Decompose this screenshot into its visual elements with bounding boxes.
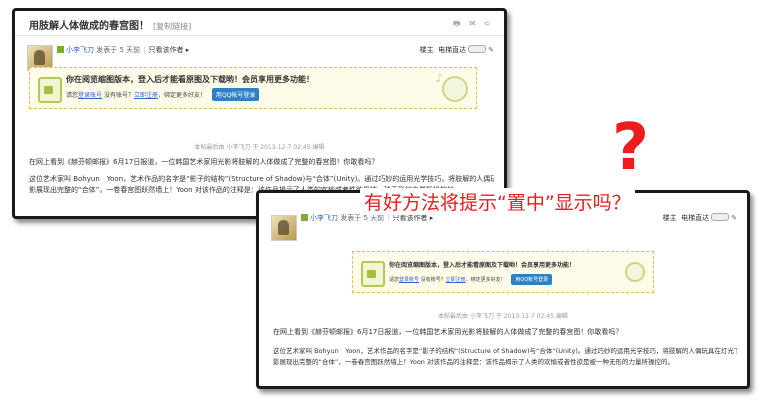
elevator-label: 电梯直达 <box>438 46 467 54</box>
avatar[interactable] <box>271 215 297 241</box>
elevator-input[interactable] <box>468 45 487 53</box>
notice-title: 你在阅览缩图版本，登入后才能看原图及下载哟！会员享用更多功能！ <box>389 262 576 269</box>
copy-link[interactable]: [复制链接] <box>153 22 191 31</box>
edit-note: 本帖最后由 小李飞刀 于 2013-12-7 02:45 编辑 <box>438 313 568 320</box>
music-icon: ♪ <box>435 71 443 85</box>
online-icon <box>301 214 308 221</box>
register-link[interactable]: 立即注册 <box>446 277 466 283</box>
gear-deco-icon <box>442 76 468 102</box>
login-link[interactable]: 登录账号 <box>78 92 102 99</box>
only-author-link[interactable]: 只看该作者 ▸ <box>393 214 434 222</box>
register-link[interactable]: 立即注册 <box>134 92 158 99</box>
screenshot-after: 小李飞刀 发表于 5 天前 | 只看该作者 ▸ 楼主 电梯直达 ✎ 你在阅览缩图版本，… <box>256 190 750 389</box>
floor-label: 楼主 <box>662 214 677 222</box>
post-paragraph-2: 这位艺术家叫 Bohyun Yoon，艺术作品的名字是“影子的结构”(Struc… <box>273 347 737 355</box>
edit-note: 本帖最后由 小李飞刀 于 2013-12-7 02:45 编辑 <box>194 144 325 151</box>
login-notice: 你在阅览缩图版本，登入后才能看原图及下载哟！会员享用更多功能！ 请您登录账号 没… <box>29 67 477 109</box>
notice-row: 请您登录账号 没有账号？立即注册，绑定更多好友！ 用QQ帐号登录 <box>66 88 260 101</box>
wrench-icon[interactable]: ✎ <box>731 214 737 222</box>
elevator-input[interactable] <box>711 213 730 221</box>
only-author-link[interactable]: 只看该作者 ▸ <box>149 46 190 54</box>
wrench-icon[interactable]: ✎ <box>488 46 494 54</box>
qq-login-button[interactable]: 用QQ帐号登录 <box>511 274 553 285</box>
print-icon[interactable]: 🖶 ✉ ➪ <box>453 18 494 32</box>
post-title: 用肢解人体做成的春宫图！ [复制链接] <box>29 21 192 32</box>
post-paragraph-1: 在网上看到《赫芬顿邮报》6月17日报道，一位韩国艺术家用光影将肢解的人体做成了完… <box>273 328 623 336</box>
post-paragraph-1: 在网上看到《赫芬顿邮报》6月17日报道，一位韩国艺术家用光影将肢解的人体做成了完… <box>29 158 379 166</box>
elevator-label: 电梯直达 <box>681 214 710 222</box>
notice-title: 你在阅览缩图版本，登入后才能看原图及下载哟！会员享用更多功能！ <box>66 75 314 84</box>
post-paragraph-2: 这位艺术家叫 Bohyun Yoon，艺术作品的名字是“影子的结构”(Struc… <box>29 175 494 183</box>
gear-deco-icon <box>625 262 645 282</box>
post-meta: 小李飞刀 发表于 5 天前 | 只看该作者 ▸ <box>57 45 189 55</box>
question-mark-annotation: ? <box>612 111 650 185</box>
login-link[interactable]: 登录账号 <box>399 277 419 283</box>
post-time: 发表于 5 天前 <box>340 214 385 222</box>
floor-tools: 楼主 电梯直达 ✎ <box>420 45 494 55</box>
post-time: 发表于 5 天前 <box>96 46 141 54</box>
author-link[interactable]: 小李飞刀 <box>310 214 338 222</box>
lock-icon <box>38 77 62 103</box>
post-titlebar: 用肢解人体做成的春宫图！ [复制链接] 🖶 ✉ ➪ <box>15 11 504 36</box>
online-icon <box>57 46 64 53</box>
notice-row: 请您登录账号 没有账号？立即注册，绑定更多好友！ 用QQ帐号登录 <box>389 274 553 285</box>
author-link[interactable]: 小李飞刀 <box>66 46 94 54</box>
floor-tools: 楼主 电梯直达 ✎ <box>663 213 737 223</box>
login-notice-centered: 你在阅览缩图版本，登入后才能看原图及下载哟！会员享用更多功能！ 请您登录账号 没… <box>352 251 654 293</box>
floor-label: 楼主 <box>419 46 434 54</box>
qq-login-button[interactable]: 用QQ帐号登录 <box>211 88 260 101</box>
lock-icon <box>361 261 385 287</box>
post-paragraph-3: 影展现出完整的“合体”，一卷春宫图跃然墙上！Yoon 对该作品的注释是：该作品揭… <box>273 358 674 366</box>
question-annotation: 有好方法将提示“置中”显示吗？ <box>360 188 635 215</box>
